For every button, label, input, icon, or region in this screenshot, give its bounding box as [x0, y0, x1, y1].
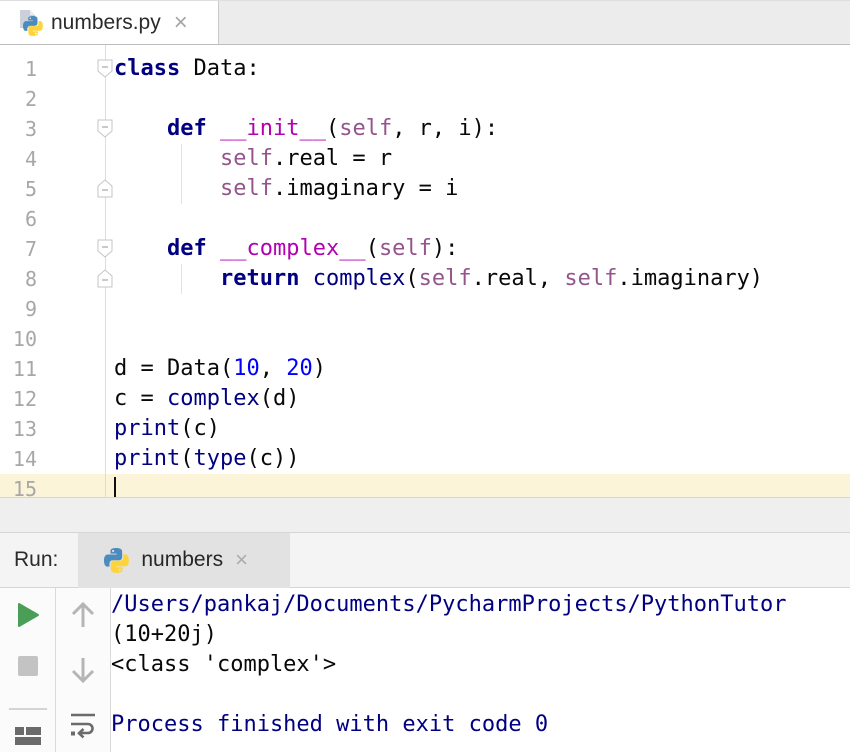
code-text: d = Data(10, 20): [114, 354, 326, 384]
code-text: self.imaginary = i: [114, 174, 458, 204]
console-line: Process finished with exit code 0: [111, 710, 850, 740]
fold-marker-icon[interactable]: [97, 59, 113, 78]
stop-icon[interactable]: [17, 655, 39, 682]
line-number: 8: [0, 264, 37, 294]
ide-window: numbers.py × 1 class Data: 23 def __init__…: [0, 0, 850, 752]
code-line[interactable]: 14 print(type(c)): [0, 444, 850, 474]
line-number: 7: [0, 234, 37, 264]
toolbar-divider: [9, 708, 47, 710]
code-text: class Data:: [114, 54, 260, 84]
soft-wrap-icon[interactable]: [69, 712, 97, 744]
restore-layout-icon[interactable]: [14, 726, 42, 751]
code-text: def __complex__(self):: [114, 234, 458, 264]
code-line[interactable]: 2: [0, 84, 850, 114]
indent-guide: [181, 174, 182, 204]
line-number: 6: [0, 204, 37, 234]
fold-marker-icon[interactable]: [97, 239, 113, 258]
line-number: 3: [0, 114, 37, 144]
line-number: 12: [0, 384, 37, 414]
code-line[interactable]: 7 def __complex__(self):: [0, 234, 850, 264]
code-line[interactable]: 3 def __init__(self, r, i):: [0, 114, 850, 144]
line-number: 11: [0, 354, 37, 384]
run-tab-title: numbers: [141, 548, 223, 572]
run-icon[interactable]: [16, 602, 40, 633]
code-line[interactable]: 5 self.imaginary = i: [0, 174, 850, 204]
run-toolbar-main: [0, 588, 56, 752]
run-label: Run:: [14, 548, 58, 572]
run-toolbar-secondary: [56, 588, 111, 752]
code-line[interactable]: 13 print(c): [0, 414, 850, 444]
python-icon: [104, 548, 129, 573]
text-caret: [114, 477, 116, 497]
code-line[interactable]: 10: [0, 324, 850, 354]
run-tab-numbers[interactable]: numbers ×: [78, 533, 290, 588]
console-line: (10+20j): [111, 620, 850, 650]
line-number: 1: [0, 54, 37, 84]
line-number: 13: [0, 414, 37, 444]
tab-close-icon[interactable]: ×: [174, 11, 188, 35]
code-text: return complex(self.real, self.imaginary…: [114, 264, 763, 294]
code-line[interactable]: 1 class Data:: [0, 54, 850, 84]
python-file-icon: [16, 9, 43, 36]
code-line[interactable]: 12 c = complex(d): [0, 384, 850, 414]
code-line[interactable]: 9: [0, 294, 850, 324]
line-number: 5: [0, 174, 37, 204]
line-number: 15: [0, 474, 37, 497]
up-arrow-icon[interactable]: [69, 600, 97, 635]
run-panel-header: Run: numbers ×: [0, 533, 850, 588]
line-number: 14: [0, 444, 37, 474]
run-console: /Users/pankaj/Documents/PycharmProjects/…: [0, 588, 850, 752]
fold-marker-icon[interactable]: [97, 119, 113, 138]
tab-title: numbers.py: [51, 11, 161, 35]
fold-marker-icon[interactable]: [97, 269, 113, 288]
fold-marker-icon[interactable]: [97, 179, 113, 198]
console-line: [111, 680, 850, 710]
code-text: print(type(c)): [114, 444, 299, 474]
tab-bar-empty-area: [218, 1, 850, 44]
line-number: 4: [0, 144, 37, 174]
line-number: 10: [0, 324, 37, 354]
code-line[interactable]: 8 return complex(self.real, self.imagina…: [0, 264, 850, 294]
down-arrow-icon[interactable]: [69, 655, 97, 690]
run-tab-close-icon[interactable]: ×: [235, 549, 248, 571]
code-lines: 1 class Data: 23 def __init__(self, r, i):…: [0, 54, 850, 497]
code-line[interactable]: 15: [0, 474, 850, 497]
line-number: 9: [0, 294, 37, 324]
code-line[interactable]: 11 d = Data(10, 20): [0, 354, 850, 384]
code-text: c = complex(d): [114, 384, 299, 414]
code-line[interactable]: 6: [0, 204, 850, 234]
line-number: 2: [0, 84, 37, 114]
indent-guide: [181, 264, 182, 294]
console-line: /Users/pankaj/Documents/PycharmProjects/…: [111, 590, 850, 620]
console-line: <class 'complex'>: [111, 650, 850, 680]
code-text: def __init__(self, r, i):: [114, 114, 498, 144]
code-editor[interactable]: 1 class Data: 23 def __init__(self, r, i):…: [0, 45, 850, 497]
code-line[interactable]: 4 self.real = r: [0, 144, 850, 174]
panel-splitter[interactable]: [0, 497, 850, 533]
console-output[interactable]: /Users/pankaj/Documents/PycharmProjects/…: [111, 590, 850, 752]
code-text: self.real = r: [114, 144, 392, 174]
tab-numbers-py[interactable]: numbers.py ×: [0, 1, 218, 44]
indent-guide: [181, 144, 182, 174]
code-text: print(c): [114, 414, 220, 444]
editor-tab-bar: numbers.py ×: [0, 0, 850, 45]
